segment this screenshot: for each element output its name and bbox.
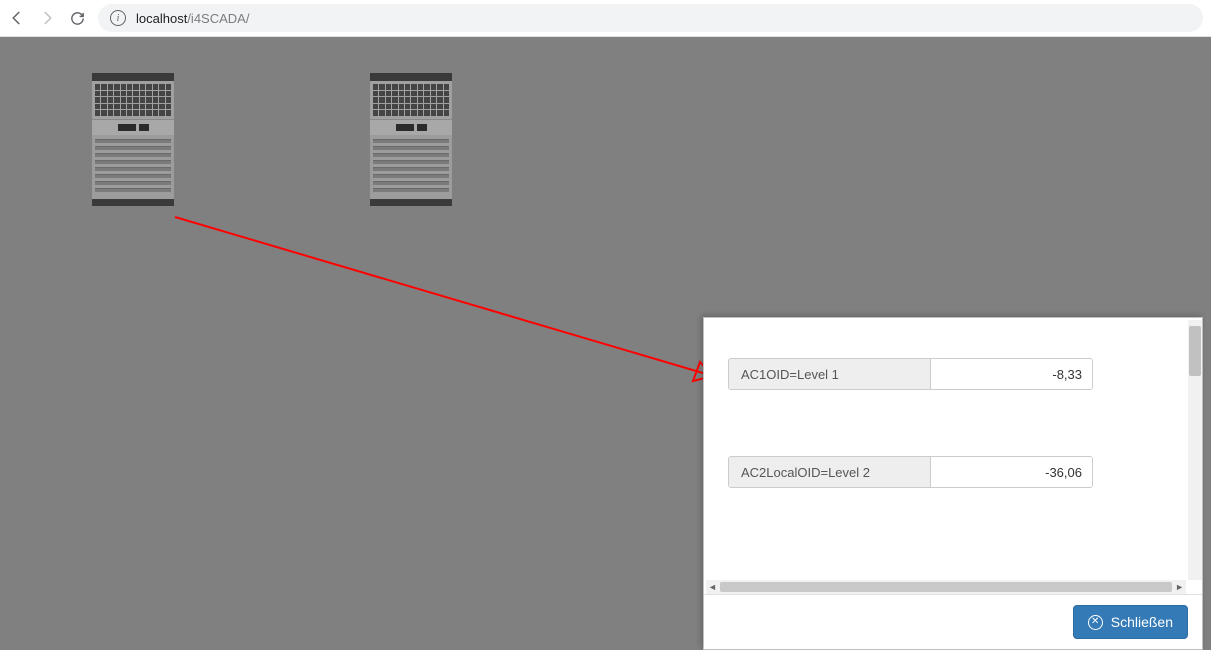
signal-row: AC1OID=Level 1 -8,33: [728, 358, 1093, 390]
equipment-server-1[interactable]: [92, 73, 174, 206]
browser-toolbar: i localhost/i4SCADA/: [0, 0, 1211, 37]
signal-row: AC2LocalOID=Level 2 -36,06: [728, 456, 1093, 488]
popup-footer: ✕ Schließen: [704, 594, 1202, 649]
url-text: localhost/i4SCADA/: [136, 11, 249, 26]
signal-value[interactable]: -8,33: [931, 359, 1092, 389]
scada-canvas: AC1OID=Level 1 -8,33 AC2LocalOID=Level 2…: [0, 37, 1211, 650]
signal-label: AC1OID=Level 1: [729, 359, 931, 389]
forward-icon[interactable]: [38, 9, 56, 27]
address-bar[interactable]: i localhost/i4SCADA/: [98, 4, 1203, 32]
horizontal-scrollbar[interactable]: ◄ ►: [706, 580, 1186, 594]
reload-icon[interactable]: [68, 9, 86, 27]
back-icon[interactable]: [8, 9, 26, 27]
close-button-label: Schließen: [1111, 614, 1173, 630]
scroll-right-icon[interactable]: ►: [1175, 582, 1184, 592]
signal-label: AC2LocalOID=Level 2: [729, 457, 931, 487]
vertical-scrollbar[interactable]: [1188, 320, 1202, 580]
popup-body: AC1OID=Level 1 -8,33 AC2LocalOID=Level 2…: [704, 318, 1202, 594]
scroll-left-icon[interactable]: ◄: [708, 582, 717, 592]
close-button[interactable]: ✕ Schließen: [1073, 605, 1188, 639]
signal-popup: AC1OID=Level 1 -8,33 AC2LocalOID=Level 2…: [703, 317, 1203, 650]
equipment-server-2[interactable]: [370, 73, 452, 206]
close-icon: ✕: [1088, 615, 1103, 630]
site-info-icon[interactable]: i: [110, 10, 126, 26]
signal-value[interactable]: -36,06: [931, 457, 1092, 487]
